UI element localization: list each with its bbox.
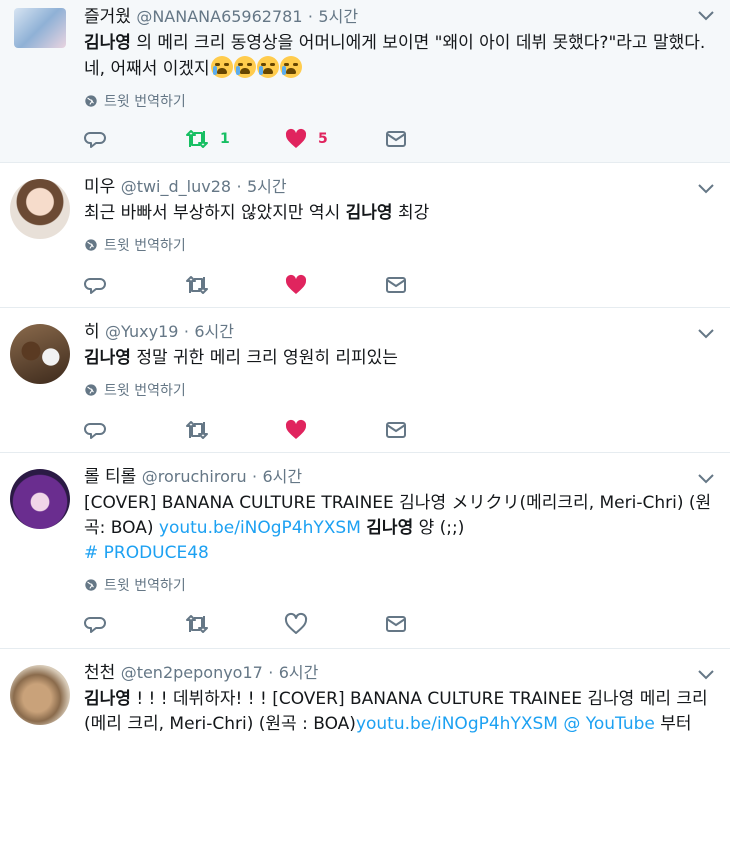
tweet[interactable]: 즐거웠 @NANANA65962781 · 5시간 김나영 의 메리 크리 동영… bbox=[0, 0, 730, 163]
avatar[interactable] bbox=[14, 8, 66, 48]
reply-button[interactable] bbox=[84, 418, 108, 442]
retweet-button[interactable] bbox=[184, 612, 210, 636]
reply-icon bbox=[84, 418, 108, 442]
tweet-text: 김나영 정말 귀한 메리 크리 영원히 리피있는 bbox=[84, 348, 398, 368]
display-name[interactable]: 롤 티롤 bbox=[84, 467, 136, 487]
mention-keyword: 김나영 bbox=[84, 33, 131, 53]
heart-icon bbox=[284, 418, 308, 442]
avatar[interactable] bbox=[10, 469, 70, 529]
tweet-text: 최근 바빠서 부상하지 않았지만 역시 김나영 최강 bbox=[84, 203, 430, 223]
reply-icon bbox=[84, 273, 108, 297]
video-link[interactable]: youtu.be/iNOgP4hYXSM @ YouTube bbox=[356, 714, 655, 734]
translate-tweet-link[interactable]: 트윗 번역하기 bbox=[84, 575, 716, 595]
separator: · bbox=[252, 467, 258, 486]
translate-tweet-link[interactable]: 트윗 번역하기 bbox=[84, 235, 716, 255]
display-name[interactable]: 즐거웠 bbox=[84, 7, 131, 27]
dm-envelope-icon bbox=[384, 612, 408, 636]
reply-icon bbox=[84, 127, 108, 151]
tweet-text: [COVER] BANANA CULTURE TRAINEE 김나영 メリクリ(… bbox=[84, 491, 716, 566]
separator: · bbox=[307, 7, 314, 26]
globe-icon bbox=[84, 238, 98, 252]
retweet-button[interactable] bbox=[184, 418, 210, 442]
separator: · bbox=[183, 322, 189, 341]
like-count: 5 bbox=[318, 131, 328, 147]
dm-button[interactable] bbox=[384, 418, 408, 442]
user-handle[interactable]: @roruchiroru bbox=[142, 467, 247, 486]
reply-icon bbox=[84, 612, 108, 636]
dm-envelope-icon bbox=[384, 418, 408, 442]
timestamp[interactable]: 6시간 bbox=[194, 322, 234, 341]
like-button[interactable] bbox=[284, 418, 308, 442]
mention-keyword: 김나영 bbox=[84, 348, 131, 368]
heart-icon bbox=[284, 612, 308, 636]
retweet-icon bbox=[184, 418, 210, 442]
retweet-icon bbox=[184, 127, 210, 151]
dm-button[interactable] bbox=[384, 612, 408, 636]
avatar[interactable] bbox=[10, 665, 70, 725]
globe-icon bbox=[84, 94, 98, 108]
heart-icon bbox=[284, 273, 308, 297]
user-handle[interactable]: @Yuxy19 bbox=[105, 322, 178, 341]
mention-keyword: 김나영 bbox=[345, 203, 393, 223]
video-link[interactable]: youtu.be/iNOgP4hYXSM bbox=[159, 518, 361, 538]
loudly-crying-face-emoji bbox=[210, 56, 233, 78]
translate-tweet-link[interactable]: 트윗 번역하기 bbox=[84, 380, 716, 400]
loudly-crying-face-emoji bbox=[279, 56, 302, 78]
user-handle[interactable]: @NANANA65962781 bbox=[136, 7, 302, 26]
timestamp[interactable]: 6시간 bbox=[263, 467, 303, 486]
separator: · bbox=[236, 177, 242, 196]
retweet-icon bbox=[184, 273, 210, 297]
retweet-button[interactable]: 1 bbox=[184, 127, 230, 151]
loudly-crying-face-emoji bbox=[256, 56, 279, 78]
dm-envelope-icon bbox=[384, 127, 408, 151]
mention-keyword: 김나영 bbox=[366, 518, 414, 538]
avatar[interactable] bbox=[10, 324, 70, 384]
retweet-count: 1 bbox=[220, 131, 230, 147]
mention-keyword: 김나영 bbox=[84, 689, 131, 709]
tweet[interactable]: 미우 @twi_d_luv28 · 5시간 최근 바빠서 부상하지 않았지만 역… bbox=[0, 163, 730, 308]
reply-button[interactable] bbox=[84, 612, 108, 636]
dm-button[interactable] bbox=[384, 127, 408, 151]
tweet[interactable]: 천천 @ten2peponyo17 · 6시간 김나영 ! ! ! 데뷔하자! … bbox=[0, 649, 730, 849]
globe-icon bbox=[84, 383, 98, 397]
translate-tweet-link[interactable]: 트윗 번역하기 bbox=[84, 91, 716, 111]
dm-button[interactable] bbox=[384, 273, 408, 297]
timestamp[interactable]: 5시간 bbox=[247, 177, 287, 196]
like-button[interactable] bbox=[284, 273, 308, 297]
reply-button[interactable] bbox=[84, 273, 108, 297]
dm-envelope-icon bbox=[384, 273, 408, 297]
avatar[interactable] bbox=[10, 179, 70, 239]
tweet[interactable]: 롤 티롤 @roruchiroru · 6시간 [COVER] BANANA C… bbox=[0, 453, 730, 649]
separator: · bbox=[268, 663, 274, 682]
like-button[interactable] bbox=[284, 612, 308, 636]
reply-button[interactable] bbox=[84, 127, 108, 151]
tweet-text: 김나영 ! ! ! 데뷔하자! ! ! [COVER] BANANA CULTU… bbox=[84, 689, 708, 734]
user-handle[interactable]: @ten2peponyo17 bbox=[121, 663, 263, 682]
tweet[interactable]: 히 @Yuxy19 · 6시간 김나영 정말 귀한 메리 크리 영원히 리피있는… bbox=[0, 308, 730, 453]
display-name[interactable]: 미우 bbox=[84, 177, 115, 197]
retweet-icon bbox=[184, 612, 210, 636]
retweet-button[interactable] bbox=[184, 273, 210, 297]
user-handle[interactable]: @twi_d_luv28 bbox=[121, 177, 231, 196]
loudly-crying-face-emoji bbox=[233, 56, 256, 78]
globe-icon bbox=[84, 578, 98, 592]
like-button[interactable]: 5 bbox=[284, 127, 328, 151]
tweet-text: 김나영 의 메리 크리 동영상을 어머니에게 보이면 "왜이 아이 데뷔 못했다… bbox=[84, 33, 706, 79]
display-name[interactable]: 천천 bbox=[84, 663, 115, 683]
timestamp[interactable]: 6시간 bbox=[279, 663, 319, 682]
timestamp[interactable]: 5시간 bbox=[318, 7, 358, 26]
heart-icon bbox=[284, 127, 308, 151]
hashtag-link[interactable]: # PRODUCE48 bbox=[84, 541, 716, 566]
display-name[interactable]: 히 bbox=[84, 322, 100, 342]
